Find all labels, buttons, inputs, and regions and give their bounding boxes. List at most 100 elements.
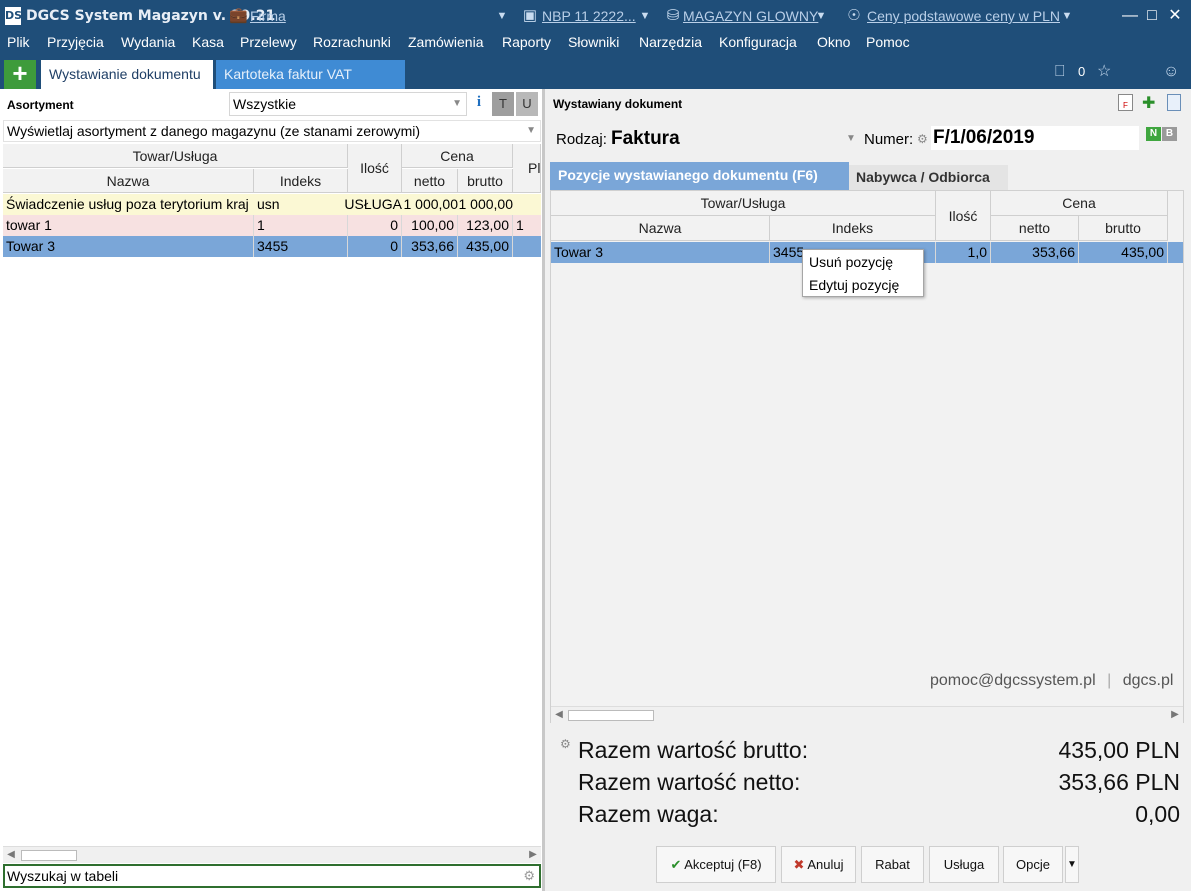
chevron-down-icon[interactable]: ▼ (812, 7, 830, 25)
total-netto-label: Razem wartość netto: (578, 769, 801, 795)
menu-raporty[interactable]: Raporty (502, 33, 551, 51)
app-logo: DS (5, 7, 22, 25)
scroll-thumb[interactable] (21, 850, 77, 861)
numer-input[interactable]: F/1/06/2019 (931, 126, 1139, 150)
menu-okno[interactable]: Okno (817, 33, 850, 51)
table-search-input[interactable]: Wyszukaj w tabeli ⚙ (3, 864, 541, 888)
chevron-down-icon[interactable]: ▼ (1058, 7, 1076, 25)
user-icon[interactable]: ☺ (1163, 63, 1179, 81)
cell-nazwa: Towar 3 (3, 236, 254, 257)
options-dropdown-icon[interactable]: ▼ (1065, 846, 1079, 883)
table-row[interactable]: Świadczenie usług poza terytorium kraj u… (3, 194, 541, 215)
service-button[interactable]: Usługa (929, 846, 999, 883)
cell-netto: 1 000,00 (403, 196, 459, 212)
total-waga-value: 0,00 (1135, 801, 1180, 827)
cell-netto: 353,66 (991, 242, 1079, 263)
cell-nazwa: Towar 3 (551, 242, 770, 263)
context-menu-item-delete[interactable]: Usuń pozycję (809, 254, 893, 270)
assortment-filter-select[interactable]: Wszystkie ▼ (229, 92, 467, 116)
cell-brutto: 435,00 (458, 236, 513, 257)
contact-website[interactable]: dgcs.pl (1123, 672, 1174, 689)
column-indeks[interactable]: Indeks (770, 216, 936, 241)
total-brutto-label: Razem wartość brutto: (578, 737, 809, 763)
column-indeks[interactable]: Indeks (254, 169, 348, 193)
assortment-header: Asortyment (7, 98, 74, 112)
info-button[interactable]: i (470, 94, 488, 114)
close-button[interactable]: ✕ (1164, 5, 1186, 27)
contact-email[interactable]: pomoc@dgcssystem.pl (930, 672, 1096, 689)
column-brutto[interactable]: brutto (458, 169, 513, 193)
menu-pomoc[interactable]: Pomoc (866, 33, 910, 51)
monitor-icon[interactable]: ⎕ (1055, 63, 1065, 81)
warehouse-link[interactable]: MAGAZYN GLOWNY (683, 8, 818, 24)
gear-icon[interactable]: ⚙ (523, 866, 535, 886)
scroll-left-icon[interactable]: ◀ (3, 847, 19, 863)
badge-b[interactable]: B (1162, 127, 1177, 141)
scroll-left-icon[interactable]: ◀ (551, 707, 567, 723)
cancel-button[interactable]: ✖ Anuluj (781, 846, 856, 883)
discount-button[interactable]: Rabat (861, 846, 924, 883)
horizontal-scrollbar[interactable]: ◀ ▶ (551, 706, 1183, 723)
column-extra[interactable]: Pl (513, 144, 541, 193)
maximize-button[interactable]: □ (1141, 5, 1163, 27)
menu-plik[interactable]: Plik (7, 33, 30, 51)
rodzaj-value[interactable]: Faktura (611, 128, 680, 150)
menu-kasa[interactable]: Kasa (192, 33, 224, 51)
chevron-down-icon[interactable]: ▼ (493, 7, 511, 25)
minimize-button[interactable]: — (1119, 5, 1141, 27)
column-netto[interactable]: netto (402, 169, 458, 193)
menu-konfiguracja[interactable]: Konfiguracja (719, 33, 797, 51)
accept-button[interactable]: ✔ Akceptuj (F8) (656, 846, 776, 883)
nbp-link[interactable]: NBP 11 2222... (542, 8, 636, 24)
horizontal-scrollbar[interactable]: ◀ ▶ (3, 846, 541, 863)
toggle-t-button[interactable]: T (492, 92, 514, 116)
menu-narzedzia[interactable]: Narzędzia (639, 33, 702, 51)
display-mode-select[interactable]: Wyświetlaj asortyment z danego magazynu … (3, 120, 541, 142)
check-icon: ✔ (670, 857, 682, 872)
menu-bar: Plik Przyjęcia Wydania Kasa Przelewy Roz… (0, 32, 1191, 56)
tab-wystawianie-dokumentu[interactable]: Wystawianie dokumentu (41, 60, 213, 89)
column-brutto[interactable]: brutto (1079, 216, 1168, 241)
star-icon[interactable]: ☆ (1097, 63, 1111, 81)
document-icon[interactable] (1167, 94, 1181, 111)
calendar-icon: ▣ (522, 7, 538, 24)
menu-wydania[interactable]: Wydania (121, 33, 175, 51)
prices-link[interactable]: Ceny podstawowe ceny w PLN (867, 8, 1060, 24)
column-ilosc[interactable]: Ilość (348, 144, 402, 193)
cancel-label: Anuluj (807, 857, 844, 872)
menu-zamowienia[interactable]: Zamówienia (408, 33, 483, 51)
scroll-right-icon[interactable]: ▶ (525, 847, 541, 863)
menu-przyjecia[interactable]: Przyjęcia (47, 33, 104, 51)
column-nazwa[interactable]: Nazwa (551, 216, 770, 241)
table-row[interactable]: towar 1 1 0 100,00 123,00 1 (3, 215, 541, 236)
scroll-right-icon[interactable]: ▶ (1167, 707, 1183, 723)
database-icon: ⛁ (666, 7, 680, 24)
menu-przelewy[interactable]: Przelewy (240, 33, 297, 51)
cell-ilosc: 0 (348, 215, 402, 236)
firma-link[interactable]: Firma (250, 8, 286, 24)
accept-label: Akceptuj (F8) (684, 857, 762, 872)
pdf-icon[interactable]: F (1118, 94, 1133, 111)
context-menu-item-edit[interactable]: Edytuj pozycję (809, 277, 899, 293)
column-nazwa[interactable]: Nazwa (3, 169, 254, 193)
toggle-u-button[interactable]: U (516, 92, 538, 116)
tab-nabywca-odbiorca[interactable]: Nabywca / Odbiorca (849, 165, 1008, 190)
gear-icon[interactable]: ⚙ (917, 132, 928, 146)
scroll-thumb[interactable] (568, 710, 654, 721)
menu-rozrachunki[interactable]: Rozrachunki (313, 33, 391, 51)
add-import-icon[interactable]: ✚ (1142, 93, 1155, 113)
chevron-down-icon[interactable]: ▼ (636, 7, 654, 25)
notification-count: 0 (1078, 64, 1086, 79)
badge-n[interactable]: N (1146, 127, 1161, 141)
add-tab-button[interactable]: + (4, 60, 36, 89)
chevron-down-icon[interactable]: ▼ (846, 133, 856, 144)
gear-icon[interactable]: ⚙ (560, 737, 571, 751)
column-ilosc[interactable]: Ilość (936, 191, 991, 241)
options-button[interactable]: Opcje (1003, 846, 1063, 883)
tab-pozycje[interactable]: Pozycje wystawianego dokumentu (F6) (550, 162, 849, 190)
tab-kartoteka-faktur[interactable]: Kartoteka faktur VAT (216, 60, 405, 89)
display-mode-value: Wyświetlaj asortyment z danego magazynu … (7, 123, 421, 139)
column-netto[interactable]: netto (991, 216, 1079, 241)
menu-slowniki[interactable]: Słowniki (568, 33, 619, 51)
table-row-selected[interactable]: Towar 3 3455 0 353,66 435,00 (3, 236, 541, 257)
